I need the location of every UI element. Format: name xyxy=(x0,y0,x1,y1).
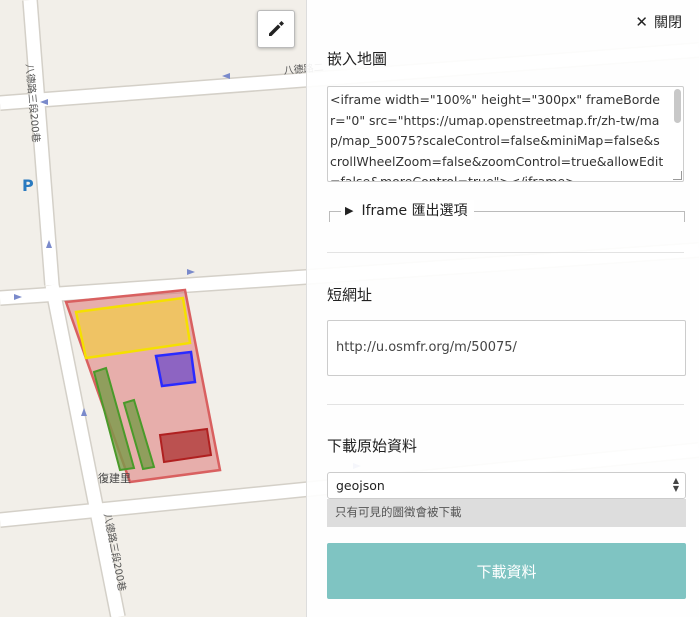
triangle-right-icon: ▶ xyxy=(345,203,354,217)
embed-code-textarea[interactable]: <iframe width="100%" height="300px" fram… xyxy=(327,86,684,182)
textarea-resize-handle[interactable] xyxy=(673,171,682,180)
parking-symbol: P xyxy=(22,176,34,195)
download-hint: 只有可見的圖徵會被下載 xyxy=(327,499,686,527)
iframe-options-toggle[interactable]: ▶ Iframe 匯出選項 xyxy=(341,200,474,220)
iframe-options-label: Iframe 匯出選項 xyxy=(361,203,468,219)
share-panel: ✕ 關閉 嵌入地圖 <iframe width="100%" height="3… xyxy=(306,0,699,617)
divider xyxy=(327,252,684,253)
edit-map-button[interactable] xyxy=(257,10,295,48)
format-select[interactable]: geojson ▲ ▼ xyxy=(327,472,686,499)
divider xyxy=(327,404,684,405)
format-selected: geojson xyxy=(336,478,385,493)
pencil-icon xyxy=(269,21,284,36)
zone-darkred-area[interactable] xyxy=(158,427,213,464)
textarea-scrollbar[interactable] xyxy=(674,89,681,123)
place-label: 復建里 xyxy=(98,471,131,485)
select-arrows-icon: ▲ ▼ xyxy=(672,476,679,493)
close-icon: ✕ xyxy=(635,13,648,31)
embed-heading: 嵌入地圖 xyxy=(327,50,388,68)
download-heading: 下載原始資料 xyxy=(327,437,418,455)
close-label: 關閉 xyxy=(654,15,682,31)
short-url-value: http://u.osmfr.org/m/50075/ xyxy=(336,340,517,355)
zone-blue-area[interactable] xyxy=(154,350,197,388)
short-url-input[interactable]: http://u.osmfr.org/m/50075/ xyxy=(327,320,686,376)
download-data-button[interactable]: 下載資料 xyxy=(327,543,686,599)
short-url-heading: 短網址 xyxy=(327,286,373,304)
close-button[interactable]: ✕ 關閉 xyxy=(635,12,682,32)
embed-code-text: <iframe width="100%" height="300px" fram… xyxy=(330,92,664,182)
